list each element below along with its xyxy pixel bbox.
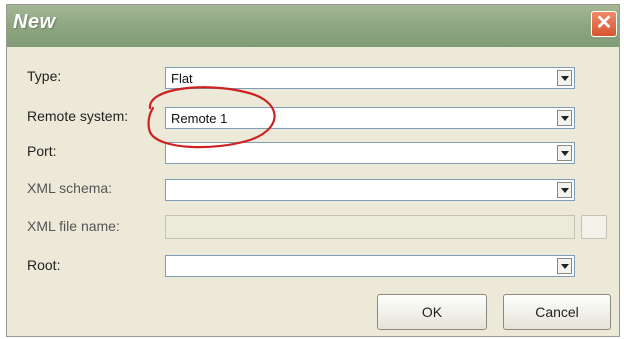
- dialog-title: New: [13, 11, 56, 33]
- new-dialog: New ✕ Type: Flat Remote system: Remote 1…: [6, 4, 620, 337]
- xml-file-name-input[interactable]: [165, 215, 575, 239]
- root-label: Root:: [27, 257, 61, 273]
- ok-button[interactable]: OK: [377, 294, 487, 330]
- chevron-down-icon[interactable]: [557, 258, 572, 274]
- chevron-down-icon[interactable]: [557, 182, 572, 198]
- port-label: Port:: [27, 143, 57, 159]
- remote-system-select[interactable]: Remote 1: [165, 107, 575, 129]
- remote-system-label: Remote system:: [27, 108, 129, 124]
- cancel-button[interactable]: Cancel: [503, 294, 611, 330]
- root-select[interactable]: [165, 255, 575, 277]
- browse-button[interactable]: [581, 215, 607, 239]
- chevron-down-icon[interactable]: [557, 145, 572, 161]
- close-icon: ✕: [595, 12, 613, 34]
- xml-schema-select[interactable]: [165, 179, 575, 201]
- xml-schema-label: XML schema:: [27, 180, 113, 196]
- title-bar[interactable]: New ✕: [7, 5, 619, 47]
- close-button[interactable]: ✕: [591, 11, 617, 37]
- type-select[interactable]: Flat: [165, 67, 575, 89]
- remote-system-value: Remote 1: [171, 111, 228, 126]
- port-select[interactable]: [165, 142, 575, 164]
- chevron-down-icon[interactable]: [557, 70, 572, 86]
- type-label: Type:: [27, 68, 62, 84]
- type-value: Flat: [171, 71, 193, 86]
- chevron-down-icon[interactable]: [557, 110, 572, 126]
- xml-file-name-label: XML file name:: [27, 218, 120, 234]
